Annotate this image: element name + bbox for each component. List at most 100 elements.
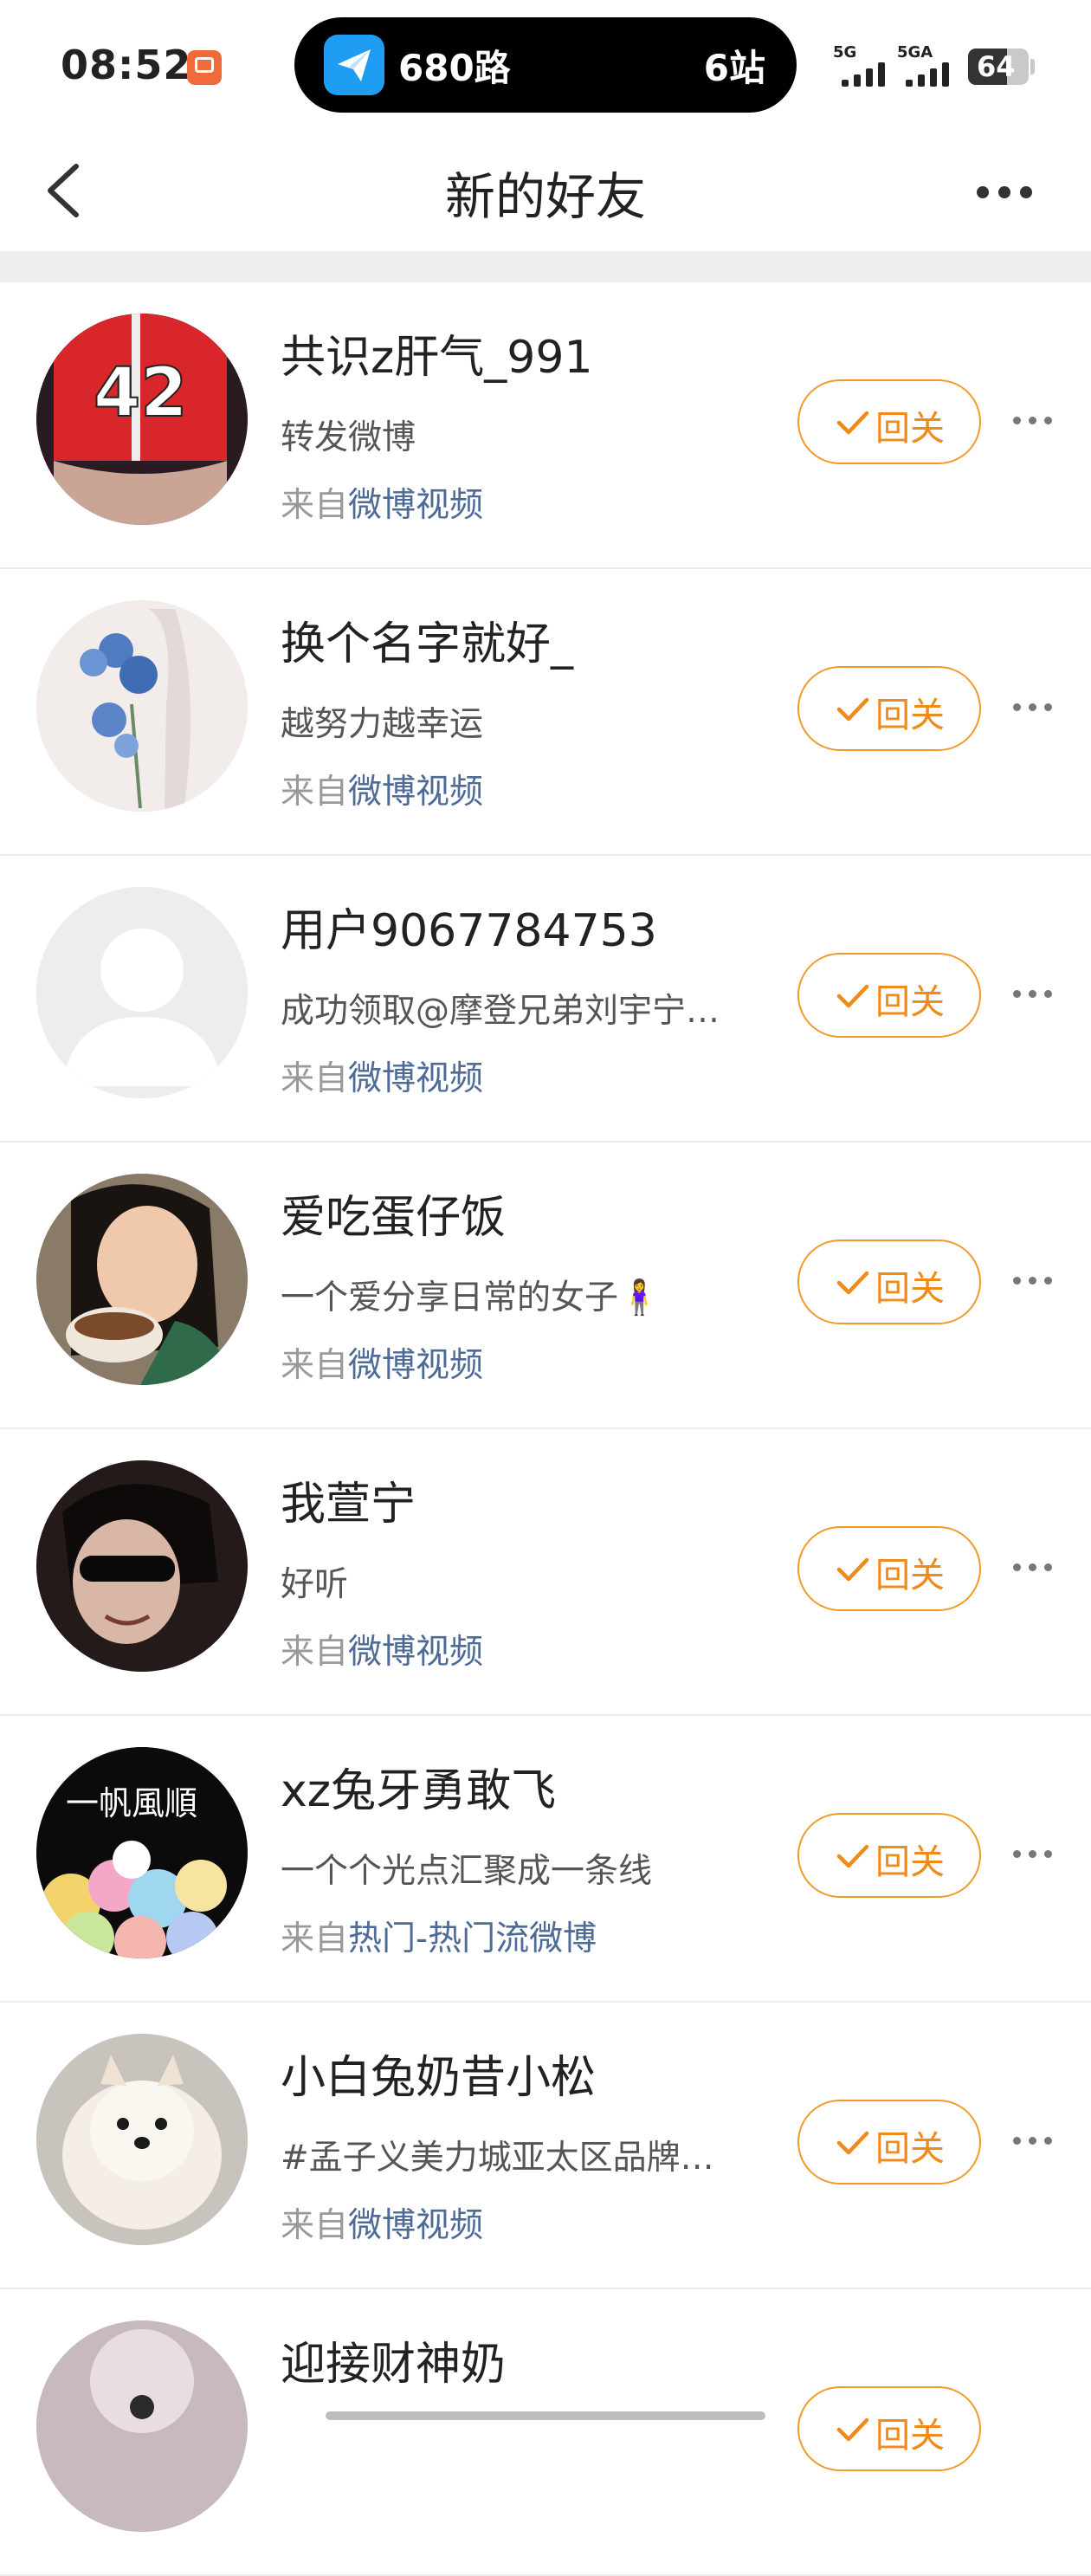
battery-percent: 64 xyxy=(977,50,1016,83)
friend-bio: #孟子义美力城亚太区品牌… xyxy=(281,2139,714,2178)
avatar[interactable]: 一帆風順 xyxy=(36,1747,248,1958)
friend-source: 来自微博视频 xyxy=(281,2198,483,2247)
page-title: 新的好友 xyxy=(444,167,646,226)
row-more-button[interactable] xyxy=(1013,1837,1056,1872)
source-prefix: 来自 xyxy=(281,1059,349,1098)
follow-back-button[interactable]: 回关 xyxy=(797,379,981,464)
avatar[interactable] xyxy=(36,1174,248,1385)
check-icon xyxy=(836,2417,869,2442)
follow-back-label: 回关 xyxy=(875,2129,945,2169)
friend-bio: 成功领取@摩登兄弟刘宇宁… xyxy=(281,992,720,1031)
avatar[interactable] xyxy=(36,2034,248,2245)
avatar[interactable] xyxy=(36,600,248,812)
friend-row[interactable]: 一帆風順 xz兔牙勇敢飞 一个个光点汇聚成一条线 来自热门-热门流微博 回关 xyxy=(0,1716,1091,2003)
friend-row[interactable]: 小白兔奶昔小松 #孟子义美力城亚太区品牌… 来自微博视频 回关 xyxy=(0,2003,1091,2289)
row-more-button[interactable] xyxy=(1013,1550,1056,1585)
check-icon xyxy=(836,984,869,1008)
friend-name[interactable]: 爱吃蛋仔饭 xyxy=(281,1181,506,1246)
friend-bio: 一个爱分享日常的女子🧍‍♀️ xyxy=(281,1278,661,1317)
friend-row[interactable]: 换个名字就好_ 越努力越幸运 来自微博视频 回关 xyxy=(0,569,1091,856)
follow-back-label: 回关 xyxy=(875,1842,945,1882)
friend-source: 来自热门-热门流微博 xyxy=(281,1912,597,1960)
battery-icon: 64 xyxy=(968,49,1029,85)
status-bar: 08:52 680路 6站 5G 5GA 64 xyxy=(0,0,1091,130)
row-more-button[interactable] xyxy=(1013,690,1056,725)
source-link[interactable]: 热门-热门流微博 xyxy=(348,1919,597,1958)
source-prefix: 来自 xyxy=(281,486,349,525)
source-prefix: 来自 xyxy=(281,773,349,812)
follow-back-button[interactable]: 回关 xyxy=(797,2386,981,2471)
friend-name[interactable]: 共识z肝气_991 xyxy=(281,320,593,385)
row-more-button[interactable] xyxy=(1013,404,1056,438)
cellular-signal-icon: 5G xyxy=(833,43,895,87)
friend-bio: 一个个光点汇聚成一条线 xyxy=(281,1852,653,1891)
friend-bio: 转发微博 xyxy=(281,418,416,457)
nav-bar: 新的好友 xyxy=(0,130,1091,251)
avatar[interactable] xyxy=(36,887,248,1098)
friend-source: 来自微博视频 xyxy=(281,478,483,527)
source-prefix: 来自 xyxy=(281,1633,349,1672)
section-divider xyxy=(0,251,1091,282)
friend-name[interactable]: 小白兔奶昔小松 xyxy=(281,2041,596,2106)
friend-row[interactable]: 42 共识z肝气_991 转发微博 来自微博视频 回关 xyxy=(0,282,1091,569)
bus-stops-remaining: 6站 xyxy=(703,47,765,89)
friend-row[interactable]: 我萱宁 好听 来自微博视频 回关 xyxy=(0,1429,1091,1716)
row-more-button[interactable] xyxy=(1013,2124,1056,2159)
check-icon xyxy=(836,1844,869,1868)
source-prefix: 来自 xyxy=(281,1919,349,1958)
friend-row[interactable]: 迎接财神奶 回关 xyxy=(0,2289,1091,2576)
follow-back-label: 回关 xyxy=(875,409,945,449)
source-link[interactable]: 微博视频 xyxy=(348,1059,483,1098)
follow-back-button[interactable]: 回关 xyxy=(797,1239,981,1324)
check-icon xyxy=(836,2131,869,2155)
friend-name[interactable]: 用户9067784753 xyxy=(281,894,657,959)
friend-source: 来自微博视频 xyxy=(281,1338,483,1387)
jersey-number-text: 42 xyxy=(94,354,188,432)
follow-back-button[interactable]: 回关 xyxy=(797,1526,981,1611)
row-more-button[interactable] xyxy=(1013,1264,1056,1298)
paper-plane-icon xyxy=(324,35,384,95)
friend-row[interactable]: 用户9067784753 成功领取@摩登兄弟刘宇宁… 来自微博视频 回关 xyxy=(0,856,1091,1142)
follow-back-button[interactable]: 回关 xyxy=(797,666,981,751)
friend-name[interactable]: 我萱宁 xyxy=(281,1467,416,1532)
signal-type-label: 5G xyxy=(833,43,857,61)
check-icon xyxy=(836,1557,869,1582)
check-icon xyxy=(836,697,869,722)
follow-back-label: 回关 xyxy=(875,1269,945,1309)
follow-back-label: 回关 xyxy=(875,2416,945,2456)
avatar[interactable] xyxy=(36,1460,248,1672)
follow-back-button[interactable]: 回关 xyxy=(797,2100,981,2184)
check-icon xyxy=(836,411,869,435)
friend-name[interactable]: 换个名字就好_ xyxy=(281,607,573,672)
follow-back-label: 回关 xyxy=(875,696,945,735)
more-options-button[interactable] xyxy=(961,156,1048,225)
source-link[interactable]: 微博视频 xyxy=(348,2206,483,2245)
source-link[interactable]: 微博视频 xyxy=(348,486,483,525)
battery-cap xyxy=(1030,59,1035,74)
signal-type-label-2: 5GA xyxy=(897,43,933,61)
source-link[interactable]: 微博视频 xyxy=(348,1633,483,1672)
bus-route-label: 680路 xyxy=(398,47,511,89)
source-link[interactable]: 微博视频 xyxy=(348,1346,483,1385)
friend-source: 来自微博视频 xyxy=(281,765,483,813)
row-more-button[interactable] xyxy=(1013,977,1056,1012)
avatar-banner-text: 一帆風順 xyxy=(66,1784,197,1822)
follow-back-button[interactable]: 回关 xyxy=(797,953,981,1038)
friend-source: 来自微博视频 xyxy=(281,1052,483,1100)
source-prefix: 来自 xyxy=(281,1346,349,1385)
friend-bio: 好听 xyxy=(281,1565,349,1604)
friend-name[interactable]: 迎接财神奶 xyxy=(281,2327,506,2392)
bus-app-icon xyxy=(187,50,222,85)
avatar[interactable]: 42 xyxy=(36,314,248,525)
source-link[interactable]: 微博视频 xyxy=(348,773,483,812)
check-icon xyxy=(836,1271,869,1295)
follow-back-button[interactable]: 回关 xyxy=(797,1813,981,1898)
friend-name[interactable]: xz兔牙勇敢飞 xyxy=(281,1754,556,1819)
cellular-signal-icon-2: 5GA xyxy=(897,43,966,87)
avatar[interactable] xyxy=(36,2320,248,2532)
friend-source: 来自微博视频 xyxy=(281,1625,483,1673)
follow-back-label: 回关 xyxy=(875,982,945,1022)
friend-row[interactable]: 爱吃蛋仔饭 一个爱分享日常的女子🧍‍♀️ 来自微博视频 回关 xyxy=(0,1142,1091,1429)
dynamic-island-live-activity[interactable]: 680路 6站 xyxy=(294,17,797,113)
home-indicator[interactable] xyxy=(326,2411,765,2420)
